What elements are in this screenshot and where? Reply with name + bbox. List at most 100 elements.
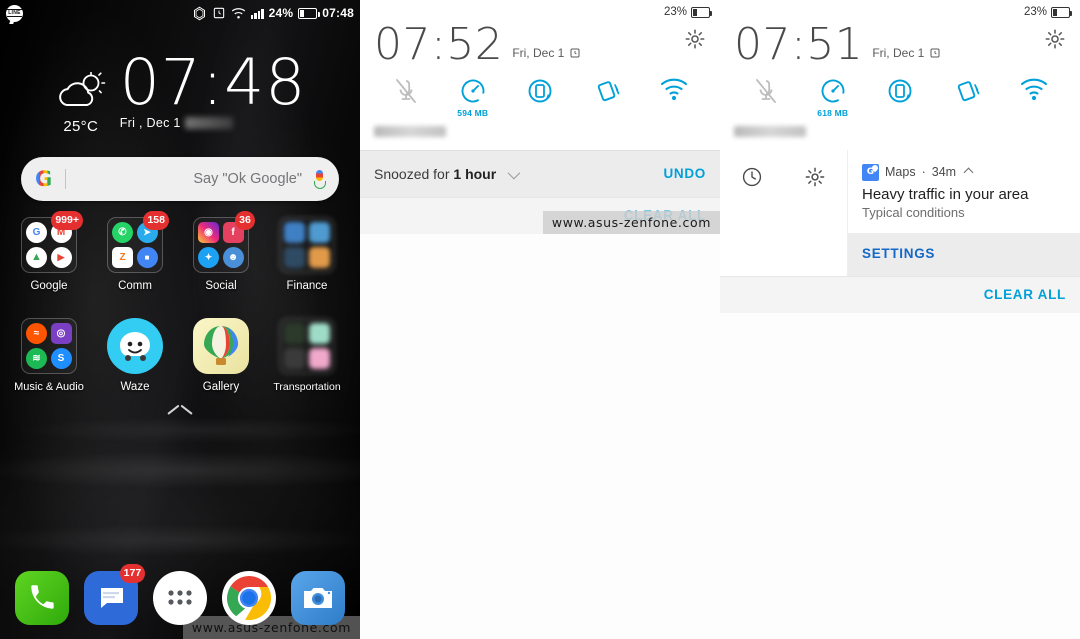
wifi-icon [1021,78,1048,100]
chevron-up-icon[interactable] [963,167,974,178]
drive-icon: ▲ [26,246,47,268]
badge-count: 999+ [51,211,83,230]
app-gallery[interactable]: Gallery [178,318,264,393]
chevron-down-icon[interactable] [507,166,521,180]
folder-label: Social [205,280,237,292]
chevron-up-icon[interactable] [168,407,192,419]
screenshot-icon [957,81,980,101]
qs-screenshot[interactable] [580,76,634,106]
folder-icon: ≈ ◎ ≋ S [21,318,77,374]
qs-wifi[interactable] [1007,76,1061,102]
search-placeholder: Say "Ok Google" [193,171,302,187]
alarm-icon [930,48,940,58]
qs-ram-label: 618 MB [817,107,849,118]
folder-google[interactable]: 999+ G M ▲ ▶ Google [6,211,92,292]
folder-finance[interactable]: Finance [264,217,350,292]
signal-icon [250,8,264,19]
qs-ram-boost[interactable]: 618 MB [806,76,860,118]
shade-date: Fri, Dec 1 [872,46,925,60]
folder-label: Music & Audio [14,381,84,393]
microphone-icon[interactable] [313,169,326,189]
chrome-icon[interactable] [221,571,276,625]
folder-label: Comm [118,280,152,292]
status-notification-icons: LINE [6,4,23,22]
notification-content[interactable]: G Maps · 34m Heavy traffic in your area … [848,149,1080,276]
app-waze[interactable]: Waze [92,318,178,393]
qs-screenshot[interactable] [940,76,994,106]
dock: 177 [0,564,360,625]
shade-header: 23% 07:51 Fri, Dec 1 618 MB [720,0,1080,150]
twitter-icon: ✦ [198,246,219,268]
app-label: Gallery [202,381,240,393]
snooze-clock-icon[interactable] [741,166,763,193]
notification-settings-gear-icon[interactable] [804,166,826,193]
play-icon: ▶ [50,246,72,268]
folder-social[interactable]: 36 ◉ f ✦ ☻ Social [178,211,264,292]
app-grid: 999+ G M ▲ ▶ Google 158 ✆ ➤ Z ■ Comm 36 … [0,211,360,393]
folder-music-audio[interactable]: ≈ ◎ ≋ S Music & Audio [6,318,92,393]
folder-icon [279,217,335,273]
zalo-icon: Z [112,246,133,268]
qs-mute[interactable] [739,76,793,106]
separator: · [921,165,926,180]
clock-weather-widget[interactable]: 25°C 07:48 Fri , Dec 1 [0,51,360,135]
notification-swipe-actions [720,149,848,276]
quick-settings-row: 594 MB [360,66,720,120]
home-screen-panel: LINE 24% 07:48 25°C 07:48 Fri , Dec 1 G … [0,0,360,639]
qs-auto-rotate[interactable] [873,76,927,106]
shade-date-row: Fri, Dec 1 [872,46,941,60]
gallery-icon [193,318,249,374]
notification-card: G Maps · 34m Heavy traffic in your area … [720,149,1080,276]
gear-icon[interactable] [1044,28,1066,55]
ram-boost-icon [821,79,845,103]
wifi-icon [231,7,245,18]
undo-button[interactable]: UNDO [663,166,706,181]
folder-icon [279,318,335,374]
battery-percent: 24% [268,6,294,20]
watermark: www.asus-zenfone.com [542,210,720,234]
quick-settings-row: 618 MB [720,66,1080,120]
notification-shade-mid-panel: 23% 07:52 Fri, Dec 1 594 MB Snoozed for … [360,0,720,639]
google-search-bar[interactable]: G Say "Ok Google" [21,157,339,201]
partly-cloudy-icon [54,71,108,112]
clear-all-bar: CLEAR ALL [720,275,1080,313]
carrier-label [360,120,720,150]
shade-time[interactable]: 07:52 [374,23,503,67]
qs-auto-rotate[interactable] [513,76,567,106]
folder-icon: 36 ◉ f ✦ ☻ [193,211,255,273]
folder-transportation[interactable]: Transportation [264,318,350,393]
alarm-icon [213,7,224,19]
phone-icon[interactable] [15,571,70,625]
folder-label: Transportation [273,381,341,393]
gear-icon[interactable] [684,28,706,55]
shade-clock-row: 07:52 Fri, Dec 1 [360,23,720,67]
notification-app-name: Maps [885,165,916,180]
notification-time: 34m [931,165,957,180]
app-row-1: 999+ G M ▲ ▶ Google 158 ✆ ➤ Z ■ Comm 36 … [6,211,354,292]
redacted-carrier [374,125,446,137]
messages-icon[interactable]: 177 [84,564,146,625]
clock-block[interactable]: 07:48 Fri , Dec 1 [120,51,307,130]
clear-all-button[interactable]: CLEAR ALL [984,287,1066,302]
folder-comm[interactable]: 158 ✆ ➤ Z ■ Comm [92,211,178,292]
camera-icon[interactable] [290,571,345,625]
weather-widget[interactable]: 25°C [54,71,108,135]
line-icon: LINE [6,4,23,22]
shade-date-row: Fri, Dec 1 [512,46,581,60]
app-label: Waze [120,381,150,393]
shazam-icon: S [50,347,72,369]
notification-action-bar: SETTINGS [848,232,1080,276]
triple-screenshot-stage: LINE 24% 07:48 25°C 07:48 Fri , Dec 1 G … [0,0,1080,639]
spotify-icon: ≋ [26,347,47,369]
qs-wifi[interactable] [647,76,701,102]
notification-header: G Maps · 34m [848,150,1080,181]
qs-ram-boost[interactable]: 594 MB [446,76,500,118]
qs-mute[interactable] [379,76,433,106]
app-drawer-icon[interactable] [152,571,207,625]
snoozed-notification-row[interactable]: Snoozed for 1 hour UNDO [360,149,720,197]
shade-time[interactable]: 07:51 [734,23,863,67]
google-maps-icon: G [862,163,879,181]
reddit-icon: ☻ [222,246,244,268]
battery-icon [691,6,713,18]
settings-button[interactable]: SETTINGS [862,246,935,261]
